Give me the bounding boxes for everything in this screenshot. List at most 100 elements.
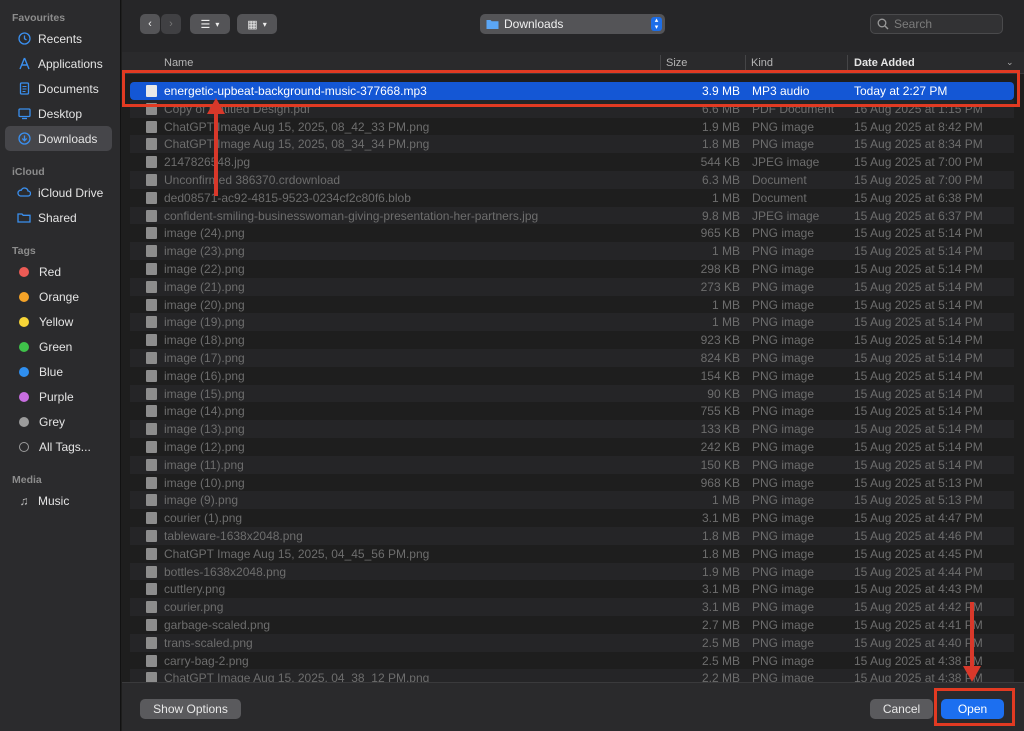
file-row[interactable]: image (24).png 965 KB PNG image 15 Aug 2025…	[130, 224, 1014, 242]
sidebar-tag-red[interactable]: Red	[5, 259, 112, 284]
list-view-button[interactable]: ☰ ▾	[190, 14, 230, 34]
file-icon	[146, 654, 157, 667]
file-row[interactable]: 2147826548.jpg 544 KB JPEG image 15 Aug 202…	[130, 153, 1014, 171]
file-row[interactable]: image (9).png 1 MB PNG image 15 Aug 2025 at…	[130, 491, 1014, 510]
file-kind: PNG image	[752, 386, 815, 401]
file-date-added: 15 Aug 2025 at 5:14 PM	[854, 244, 983, 259]
file-row[interactable]: carry-bag-2.png 2.5 MB PNG image 15 Aug 202…	[130, 652, 1014, 670]
folder-icon	[486, 19, 499, 30]
file-row[interactable]: cuttlery.png 3.1 MB PNG image 15 Aug 2025 a…	[130, 580, 1014, 598]
search-input[interactable]	[894, 17, 994, 31]
file-row[interactable]: image (10).png 968 KB PNG image 15 Aug 2025…	[130, 474, 1014, 492]
file-row[interactable]: Unconfirmed 386370.crdownload 6.3 MB Docum…	[130, 171, 1014, 189]
file-row[interactable]: image (15).png 90 KB PNG image 15 Aug 2025 …	[130, 384, 1014, 403]
sidebar-tag-yellow[interactable]: Yellow	[5, 309, 112, 334]
sidebar-tag-grey[interactable]: Grey	[5, 409, 112, 434]
file-kind: PNG image	[752, 635, 815, 650]
file-size: 1.8 MB	[701, 137, 740, 152]
file-row[interactable]: image (12).png 242 KB PNG image 15 Aug 2025…	[130, 438, 1014, 456]
column-header-name[interactable]: Name	[164, 57, 193, 69]
file-row[interactable]: Copy of Untitled Design.pdf 6.6 MB PDF Doc…	[130, 99, 1014, 118]
show-options-button[interactable]: Show Options	[140, 699, 241, 719]
file-row[interactable]: garbage-scaled.png 2.7 MB PNG image 15 Aug …	[130, 616, 1014, 634]
file-row[interactable]: image (16).png 154 KB PNG image 15 Aug 2025…	[130, 367, 1014, 385]
group-view-button[interactable]: ▦ ▾	[237, 14, 277, 34]
search-field[interactable]	[870, 14, 1003, 34]
sidebar-item-downloads[interactable]: Downloads	[5, 126, 112, 151]
file-icon	[146, 245, 157, 258]
file-date-added: 15 Aug 2025 at 8:34 PM	[854, 137, 983, 152]
column-header-row: Name Size Kind Date Added ⌄	[122, 52, 1024, 74]
file-date-added: 15 Aug 2025 at 6:38 PM	[854, 190, 983, 205]
file-icon	[146, 120, 157, 133]
column-divider[interactable]	[847, 55, 848, 71]
file-row[interactable]: image (13).png 133 KB PNG image 15 Aug 2025…	[130, 420, 1014, 438]
file-row[interactable]: tableware-1638x2048.png 1.8 MB PNG image 15…	[130, 527, 1014, 545]
column-divider[interactable]	[745, 55, 746, 71]
file-row[interactable]: ded08571-ac92-4815-9523-0234cf2c80f6.blo…	[130, 189, 1014, 207]
sidebar-item-icloud-drive[interactable]: iCloud Drive	[5, 180, 112, 205]
file-row[interactable]: bottles-1638x2048.png 1.9 MB PNG image 15 A…	[130, 562, 1014, 581]
file-icon	[146, 85, 157, 97]
file-row[interactable]: image (17).png 824 KB PNG image 15 Aug 2025…	[130, 349, 1014, 367]
open-button[interactable]: Open	[941, 699, 1004, 719]
file-kind: PNG image	[752, 475, 815, 490]
file-name: image (22).png	[164, 262, 245, 276]
annotation-arrow-down	[970, 602, 974, 668]
back-button[interactable]: ‹	[140, 14, 160, 34]
file-name: ChatGPT Image Aug 15, 2025, 04_45_56 PM.…	[164, 546, 430, 561]
file-icon	[146, 156, 157, 169]
column-header-date-added[interactable]: Date Added	[854, 57, 915, 69]
file-kind: PNG image	[752, 119, 815, 134]
file-row[interactable]: ChatGPT Image Aug 15, 2025, 08_42_33 PM.…	[130, 118, 1014, 136]
file-size: 3.1 MB	[701, 511, 740, 526]
icloud-header: iCloud	[12, 166, 45, 178]
file-icon	[146, 565, 157, 578]
cancel-button[interactable]: Cancel	[870, 699, 933, 719]
sidebar-tag-all-tags[interactable]: All Tags...	[5, 434, 112, 459]
file-row[interactable]: image (20).png 1 MB PNG image 15 Aug 2025 a…	[130, 296, 1014, 314]
file-date-added: 15 Aug 2025 at 4:42 PM	[854, 600, 983, 615]
file-row[interactable]: image (19).png 1 MB PNG image 15 Aug 2025 a…	[130, 313, 1014, 332]
file-size: 2.7 MB	[701, 618, 740, 632]
file-row[interactable]: ChatGPT Image Aug 15, 2025, 04_45_56 PM.…	[130, 545, 1014, 563]
forward-button[interactable]: ›	[161, 14, 181, 34]
sidebar-item-music[interactable]: ♫ Music	[5, 488, 112, 513]
file-size: 6.3 MB	[701, 173, 740, 187]
file-kind: PNG image	[752, 262, 815, 276]
file-row[interactable]: image (21).png 273 KB PNG image 15 Aug 2025…	[130, 277, 1014, 296]
file-row[interactable]: image (18).png 923 KB PNG image 15 Aug 2025…	[130, 331, 1014, 349]
file-row[interactable]: image (14).png 755 KB PNG image 15 Aug 2025…	[130, 402, 1014, 420]
file-row[interactable]: image (11).png 150 KB PNG image 15 Aug 2025…	[130, 455, 1014, 474]
file-row[interactable]: trans-scaled.png 2.5 MB PNG image 15 Aug 20…	[130, 633, 1014, 652]
file-size: 133 KB	[700, 422, 740, 437]
sidebar-item-applications[interactable]: Applications	[5, 51, 112, 76]
location-popup[interactable]: Downloads ▴ ▾	[480, 14, 665, 34]
file-list[interactable]: energetic-upbeat-background-music-377668…	[122, 74, 1024, 682]
sidebar-item-shared[interactable]: Shared	[5, 205, 112, 230]
file-kind: PNG image	[752, 137, 815, 152]
file-date-added: 15 Aug 2025 at 5:13 PM	[854, 493, 983, 508]
orange-tag-dot-icon	[19, 291, 29, 302]
column-divider[interactable]	[660, 55, 661, 71]
sidebar-item-recents[interactable]: Recents	[5, 26, 112, 51]
file-row[interactable]: energetic-upbeat-background-music-377668…	[130, 82, 1014, 100]
file-icon	[146, 138, 157, 151]
file-row[interactable]: image (22).png 298 KB PNG image 15 Aug 2025…	[130, 260, 1014, 278]
file-row[interactable]: ChatGPT Image Aug 15, 2025, 08_34_34 PM.…	[130, 135, 1014, 154]
sidebar-item-documents[interactable]: Documents	[5, 76, 112, 101]
file-icon	[146, 530, 157, 542]
sidebar-tag-green[interactable]: Green	[5, 334, 112, 359]
sidebar-item-desktop[interactable]: Desktop	[5, 101, 112, 126]
sidebar-tag-orange[interactable]: Orange	[5, 284, 112, 309]
file-row[interactable]: courier.png 3.1 MB PNG image 15 Aug 2025 at…	[130, 598, 1014, 616]
column-header-size[interactable]: Size	[666, 57, 687, 69]
column-header-kind[interactable]: Kind	[751, 57, 773, 69]
file-row[interactable]: ChatGPT Image Aug 15, 2025, 04_38_12 PM.…	[130, 669, 1014, 682]
file-name: image (11).png	[164, 457, 244, 472]
file-row[interactable]: image (23).png 1 MB PNG image 15 Aug 2025 a…	[130, 242, 1014, 260]
sidebar-tag-purple[interactable]: Purple	[5, 384, 112, 409]
sidebar-tag-blue[interactable]: Blue	[5, 359, 112, 384]
file-row[interactable]: confident-smiling-businesswoman-giving-p…	[130, 206, 1014, 225]
file-row[interactable]: courier (1).png 3.1 MB PNG image 15 Aug 202…	[130, 509, 1014, 527]
